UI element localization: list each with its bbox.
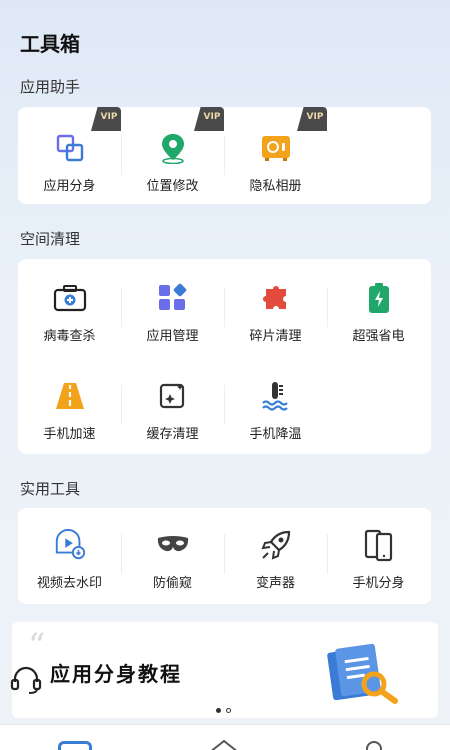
mask-icon [156, 528, 190, 562]
bottom-tab-bar [0, 724, 450, 750]
tool-app-manage[interactable]: 应用管理 [121, 281, 224, 344]
puzzle-icon [259, 281, 293, 315]
tool-label: 病毒查杀 [43, 329, 96, 344]
tool-label: 手机分身 [352, 576, 405, 591]
tool-label: 超强省电 [352, 329, 405, 344]
tool-fragment-clean[interactable]: 碎片清理 [224, 281, 327, 344]
tool-virus-scan[interactable]: 病毒查杀 [18, 281, 121, 344]
dual-phone-icon [362, 528, 396, 562]
location-pin-icon [156, 131, 190, 165]
tab-toolbox-icon[interactable] [58, 741, 92, 750]
section-title-utilities: 实用工具 [20, 480, 81, 498]
tool-anti-peep[interactable]: 防偷窥 [121, 528, 224, 591]
safe-icon [259, 131, 293, 165]
video-watermark-icon [53, 528, 87, 562]
thermometer-icon [259, 379, 293, 413]
tool-label: 防偷窥 [152, 576, 192, 591]
tool-phone-cooling[interactable]: 手机降温 [224, 379, 327, 442]
tool-private-album[interactable]: 隐私相册 [224, 131, 327, 194]
space-clean-card: 病毒查杀 应用管理 碎片清理 超强省电 手机加速 缓存清理 手机降温 [18, 259, 431, 454]
section-title-app-assistant: 应用助手 [20, 78, 81, 96]
tool-label: 碎片清理 [249, 329, 302, 344]
banner-pagination [216, 708, 231, 713]
tab-home-icon[interactable] [208, 737, 240, 750]
quote-mark: “ [28, 626, 46, 666]
tool-label: 变声器 [255, 576, 295, 591]
clone-illustration-icon [324, 640, 404, 714]
tool-label: 隐私相册 [249, 179, 302, 194]
tool-app-clone[interactable]: 应用分身 [18, 131, 121, 194]
page-title: 工具箱 [20, 32, 80, 56]
road-icon [53, 379, 87, 413]
customer-service-icon[interactable] [10, 664, 42, 696]
tool-power-saving[interactable]: 超强省电 [327, 281, 430, 344]
first-aid-kit-icon [53, 281, 87, 315]
rocket-icon [259, 528, 293, 562]
tool-voice-changer[interactable]: 变声器 [224, 528, 327, 591]
tool-location-modify[interactable]: 位置修改 [121, 131, 224, 194]
pagination-dot-active[interactable] [216, 708, 221, 713]
tool-label: 手机降温 [249, 427, 302, 442]
tool-phone-boost[interactable]: 手机加速 [18, 379, 121, 442]
app-assistant-card: 应用分身 VIP 位置修改 VIP 隐私相册 VIP [18, 107, 431, 204]
battery-icon [362, 281, 396, 315]
app-clone-icon [53, 131, 87, 165]
section-title-space-clean: 空间清理 [20, 230, 81, 248]
tool-label: 位置修改 [146, 179, 199, 194]
tool-label: 应用分身 [43, 179, 96, 194]
tool-label: 手机加速 [43, 427, 96, 442]
tool-cache-clean[interactable]: 缓存清理 [121, 379, 224, 442]
vip-badge: VIP [194, 107, 224, 131]
utilities-card: 视频去水印 防偷窥 变声器 手机分身 [18, 508, 431, 604]
pagination-dot[interactable] [226, 708, 231, 713]
cache-sparkle-icon [156, 379, 190, 413]
tool-phone-clone[interactable]: 手机分身 [327, 528, 430, 591]
tutorial-banner[interactable]: “ 应用分身教程 [12, 622, 438, 718]
vip-badge: VIP [297, 107, 327, 131]
banner-title: 应用分身教程 [50, 662, 182, 686]
tool-label: 视频去水印 [36, 576, 102, 591]
tool-label: 应用管理 [146, 329, 199, 344]
tool-remove-watermark[interactable]: 视频去水印 [18, 528, 121, 591]
apps-grid-icon [156, 281, 190, 315]
tool-label: 缓存清理 [146, 427, 199, 442]
tab-profile-icon[interactable] [366, 741, 382, 750]
vip-badge: VIP [91, 107, 121, 131]
